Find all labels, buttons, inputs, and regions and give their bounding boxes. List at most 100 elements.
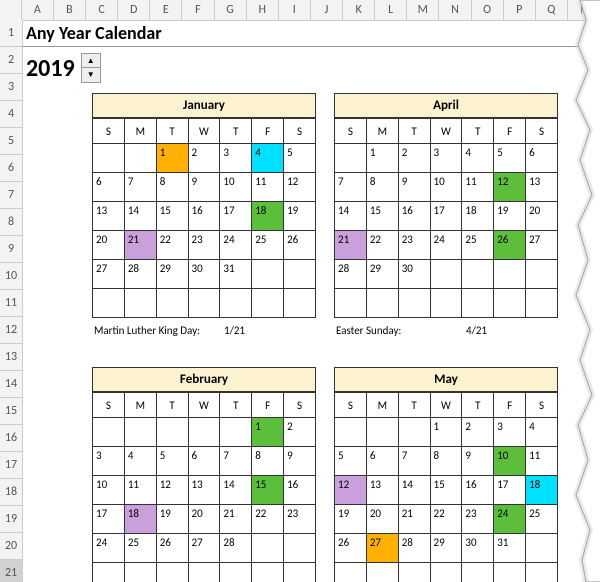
day-cell[interactable]: 24 [494, 505, 526, 534]
day-cell[interactable]: 12 [156, 476, 188, 505]
day-cell[interactable] [366, 563, 398, 582]
day-cell[interactable]: 11 [252, 173, 284, 202]
row-header-8[interactable]: 8 [0, 209, 22, 236]
day-cell[interactable] [430, 289, 462, 318]
day-cell[interactable]: 28 [335, 260, 367, 289]
day-cell[interactable]: 29 [156, 260, 188, 289]
day-cell[interactable] [335, 144, 367, 173]
col-header-P[interactable]: P [504, 0, 536, 20]
day-cell[interactable]: 21 [335, 231, 367, 260]
day-cell[interactable]: 15 [252, 476, 284, 505]
col-header-C[interactable]: C [86, 0, 118, 20]
day-cell[interactable]: 2 [284, 418, 316, 447]
day-cell[interactable]: 19 [335, 505, 367, 534]
day-cell[interactable]: 2 [462, 418, 494, 447]
col-header-L[interactable]: L [375, 0, 407, 20]
day-cell[interactable] [284, 534, 316, 563]
day-cell[interactable]: 19 [284, 202, 316, 231]
year-up-button[interactable]: ▲ [82, 54, 100, 68]
day-cell[interactable] [284, 289, 316, 318]
day-cell[interactable]: 15 [366, 202, 398, 231]
col-header-A[interactable]: A [22, 0, 54, 20]
day-cell[interactable]: 3 [220, 144, 252, 173]
day-cell[interactable] [462, 563, 494, 582]
row-header-18[interactable]: 18 [0, 479, 22, 506]
day-cell[interactable]: 29 [366, 260, 398, 289]
day-cell[interactable] [284, 260, 316, 289]
day-cell[interactable]: 9 [462, 447, 494, 476]
day-cell[interactable]: 8 [430, 447, 462, 476]
day-cell[interactable] [398, 289, 430, 318]
day-cell[interactable]: 2 [398, 144, 430, 173]
day-cell[interactable]: 7 [335, 173, 367, 202]
day-cell[interactable]: 25 [124, 534, 156, 563]
day-cell[interactable]: 8 [252, 447, 284, 476]
day-cell[interactable]: 21 [124, 231, 156, 260]
day-cell[interactable] [93, 418, 125, 447]
day-cell[interactable] [156, 563, 188, 582]
day-cell[interactable]: 22 [430, 505, 462, 534]
day-cell[interactable]: 4 [462, 144, 494, 173]
day-cell[interactable] [124, 418, 156, 447]
day-cell[interactable]: 20 [93, 231, 125, 260]
day-cell[interactable]: 9 [188, 173, 220, 202]
day-cell[interactable]: 22 [156, 231, 188, 260]
day-cell[interactable]: 16 [398, 202, 430, 231]
day-cell[interactable]: 8 [156, 173, 188, 202]
day-cell[interactable]: 21 [220, 505, 252, 534]
day-cell[interactable] [124, 563, 156, 582]
day-cell[interactable] [462, 289, 494, 318]
day-cell[interactable]: 10 [93, 476, 125, 505]
day-cell[interactable]: 29 [430, 534, 462, 563]
col-header-J[interactable]: J [311, 0, 343, 20]
col-header-E[interactable]: E [150, 0, 182, 20]
day-cell[interactable]: 3 [494, 418, 526, 447]
day-cell[interactable]: 1 [430, 418, 462, 447]
day-cell[interactable] [156, 289, 188, 318]
row-header-5[interactable]: 5 [0, 128, 22, 155]
day-cell[interactable]: 13 [93, 202, 125, 231]
day-cell[interactable]: 20 [526, 202, 558, 231]
day-cell[interactable]: 23 [188, 231, 220, 260]
day-cell[interactable]: 11 [124, 476, 156, 505]
day-cell[interactable] [494, 260, 526, 289]
day-cell[interactable]: 18 [124, 505, 156, 534]
col-header-R[interactable]: R [568, 0, 600, 20]
day-cell[interactable]: 13 [188, 476, 220, 505]
day-cell[interactable] [252, 260, 284, 289]
day-cell[interactable]: 17 [93, 505, 125, 534]
day-cell[interactable]: 15 [156, 202, 188, 231]
day-cell[interactable] [430, 563, 462, 582]
day-cell[interactable] [398, 563, 430, 582]
row-header-4[interactable]: 4 [0, 101, 22, 128]
col-header-F[interactable]: F [182, 0, 214, 20]
day-cell[interactable]: 9 [398, 173, 430, 202]
day-cell[interactable]: 16 [284, 476, 316, 505]
day-cell[interactable]: 14 [335, 202, 367, 231]
day-cell[interactable]: 26 [284, 231, 316, 260]
row-header-3[interactable]: 3 [0, 74, 22, 101]
day-cell[interactable]: 9 [284, 447, 316, 476]
day-cell[interactable]: 4 [252, 144, 284, 173]
row-header-10[interactable]: 10 [0, 263, 22, 290]
day-cell[interactable]: 26 [494, 231, 526, 260]
day-cell[interactable]: 27 [526, 231, 558, 260]
day-cell[interactable]: 27 [93, 260, 125, 289]
col-header-H[interactable]: H [247, 0, 279, 20]
row-header-15[interactable]: 15 [0, 398, 22, 425]
day-cell[interactable]: 5 [156, 447, 188, 476]
day-cell[interactable]: 11 [462, 173, 494, 202]
day-cell[interactable] [93, 289, 125, 318]
day-cell[interactable] [124, 289, 156, 318]
day-cell[interactable]: 6 [526, 144, 558, 173]
day-cell[interactable]: 30 [462, 534, 494, 563]
row-header-2[interactable]: 2 [0, 47, 22, 74]
day-cell[interactable]: 10 [220, 173, 252, 202]
day-cell[interactable]: 13 [526, 173, 558, 202]
day-cell[interactable] [398, 418, 430, 447]
day-cell[interactable]: 8 [366, 173, 398, 202]
day-cell[interactable] [188, 418, 220, 447]
day-cell[interactable] [220, 563, 252, 582]
row-header-21[interactable]: 21 [0, 560, 22, 582]
day-cell[interactable] [462, 260, 494, 289]
